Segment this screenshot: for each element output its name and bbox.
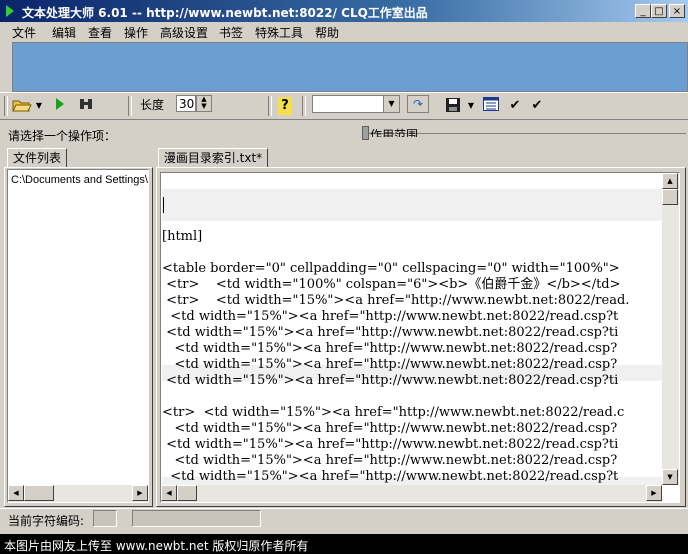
minimize-button[interactable]: _ [635, 4, 651, 18]
scroll-right-icon[interactable]: ▶ [646, 485, 662, 501]
code-line[interactable]: <table border="0" cellpadding="0" cellsp… [162, 261, 620, 277]
length-input[interactable]: 30 [176, 95, 196, 112]
menu-view[interactable]: 查看 [88, 24, 112, 41]
chevron-down-icon[interactable]: ▼ [383, 96, 399, 112]
length-label: 长度 [140, 98, 165, 112]
file-list[interactable]: C:\Documents and Settings\ ◀ ▶ [7, 169, 149, 503]
length-spinner[interactable]: ▲ ▼ [196, 95, 212, 112]
save-icon[interactable] [444, 97, 462, 115]
status-panel [132, 510, 261, 527]
menu-advanced-settings[interactable]: 高级设置 [160, 24, 208, 41]
dropdown-arrow-icon[interactable]: ▼ [34, 97, 44, 115]
menu-bookmarks[interactable]: 书签 [219, 24, 243, 41]
vertical-scrollbar[interactable] [662, 173, 679, 485]
operation-prompt: 请选择一个操作项： [8, 129, 117, 143]
menu-help[interactable]: 帮助 [315, 24, 339, 41]
code-line[interactable]: <td width="15%"><a href="http://www.newb… [162, 309, 618, 325]
maximize-button[interactable]: □ [651, 4, 667, 18]
code-line[interactable]: <tr> <td width="15%"><a href="http://www… [162, 405, 624, 421]
editor-content[interactable]: [html] <table border="0" cellpadding="0" … [162, 173, 662, 485]
scroll-down-icon[interactable]: ▼ [662, 469, 678, 485]
text-editor[interactable]: [html] <table border="0" cellpadding="0" … [160, 172, 680, 503]
run-icon[interactable] [54, 97, 66, 115]
scroll-thumb[interactable] [662, 189, 678, 205]
menu-file[interactable]: 文件 [12, 24, 36, 41]
horizontal-scrollbar[interactable] [161, 485, 662, 502]
menu-operation[interactable]: 操作 [124, 24, 148, 41]
code-line[interactable]: <td width="15%"><a href="http://www.newb… [162, 469, 618, 485]
find-icon[interactable] [78, 97, 94, 115]
toolbar-separator [302, 96, 306, 116]
code-line[interactable]: <td width="15%"><a href="http://www.newb… [162, 421, 617, 437]
encoding-label: 当前字符编码: [8, 514, 85, 528]
check-icon[interactable]: ✔ [508, 97, 522, 115]
operation-combo[interactable]: ▼ [312, 95, 400, 113]
menu-bar: 文件 编辑 查看 操作 高级设置 书签 特殊工具 帮助 [0, 22, 688, 40]
menu-special-tools[interactable]: 特殊工具 [255, 24, 303, 41]
line-highlight [162, 189, 662, 205]
code-line[interactable]: <td width="15%"><a href="http://www.newb… [162, 341, 617, 357]
scope-label: 作用范围 [370, 128, 419, 137]
scroll-right-icon[interactable]: ▶ [132, 485, 148, 501]
open-folder-icon[interactable] [12, 97, 32, 115]
dropdown-arrow-icon[interactable]: ▼ [466, 97, 476, 115]
code-line[interactable]: <td width="15%"><a href="http://www.newb… [162, 437, 618, 453]
line-highlight [162, 205, 662, 221]
menu-edit[interactable]: 编辑 [52, 24, 76, 41]
encoding-indicator [93, 510, 117, 527]
code-line[interactable]: <tr> <td width="15%"><a href="http://www… [162, 293, 629, 309]
toolbar-separator [268, 96, 272, 116]
scroll-up-icon[interactable]: ▲ [662, 173, 678, 189]
close-button[interactable]: × [669, 4, 685, 18]
footer-watermark: 本图片由网友上传至 www.newbt.net 版权归原作者所有 [0, 534, 688, 554]
scroll-thumb[interactable] [177, 485, 197, 501]
input-panel[interactable] [12, 42, 688, 92]
toolbar-separator [128, 96, 132, 116]
tab-document[interactable]: 漫画目录索引.txt* [158, 148, 268, 168]
code-line[interactable]: <td width="15%"><a href="http://www.newb… [162, 357, 617, 373]
window-title: 文本处理大师 6.01 -- http://www.newbt.net:8022… [22, 6, 428, 20]
title-bar[interactable]: 文本处理大师 6.01 -- http://www.newbt.net:8022… [0, 0, 688, 22]
code-line[interactable]: [html] [162, 229, 202, 245]
code-line[interactable]: <td width="15%"><a href="http://www.newb… [162, 325, 618, 341]
code-line[interactable]: <tr> <td width="100%" colspan="6"><b>《伯爵… [162, 277, 620, 293]
help-icon[interactable]: ? [278, 97, 292, 115]
splitter-handle[interactable] [362, 126, 369, 140]
scroll-thumb[interactable] [24, 485, 54, 501]
check-icon[interactable]: ✔ [530, 97, 544, 115]
footer-text: 本图片由网友上传至 www.newbt.net 版权归原作者所有 [4, 539, 309, 553]
list-icon[interactable] [482, 97, 500, 115]
code-line[interactable]: <td width="15%"><a href="http://www.newb… [162, 453, 617, 469]
code-line[interactable]: <td width="15%"><a href="http://www.newb… [162, 373, 618, 389]
text-cursor [163, 197, 164, 213]
go-icon[interactable]: ↷ [407, 95, 429, 113]
spin-down-icon[interactable]: ▼ [197, 103, 211, 110]
scroll-left-icon[interactable]: ◀ [161, 485, 177, 501]
toolbar-grip [4, 96, 8, 116]
app-icon [6, 5, 14, 17]
tab-file-list[interactable]: 文件列表 [7, 148, 67, 168]
file-item[interactable]: C:\Documents and Settings\ [11, 174, 148, 186]
scroll-left-icon[interactable]: ◀ [8, 485, 24, 501]
